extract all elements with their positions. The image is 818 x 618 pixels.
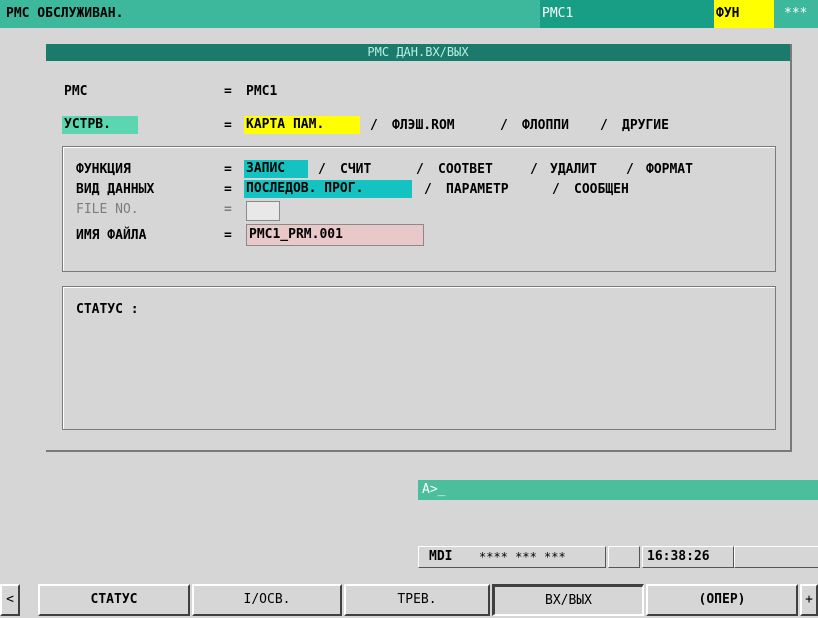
status-label: СТАТУС : <box>76 302 139 317</box>
panel-title-bar: PMC ДАН.ВХ/ВЫХ <box>46 44 790 61</box>
function-sep-4: / <box>626 162 634 177</box>
top-status-bar: PMC ОБСЛУЖИВАН. PMC1 ФУН *** <box>0 0 818 28</box>
function-sep-2: / <box>416 162 424 177</box>
function-sep-3: / <box>530 162 538 177</box>
softkey-io[interactable]: ВХ/ВЫХ <box>492 584 644 616</box>
device-sep-2: / <box>500 118 508 133</box>
status-blank <box>608 546 640 568</box>
data-kind-label: ВИД ДАННЫХ <box>76 182 155 197</box>
status-box <box>62 286 776 430</box>
mode-indicator: ФУН <box>714 0 774 28</box>
device-option-flashrom[interactable]: ФЛЭШ.ROM <box>392 118 455 133</box>
softkey-next-arrow[interactable]: + <box>800 584 818 616</box>
data-kind-option-message[interactable]: СООБЩЕН <box>574 182 629 197</box>
function-eq: = <box>224 162 232 177</box>
command-prompt: A>_ <box>422 482 446 497</box>
file-no-label: FILE NO. <box>76 202 139 217</box>
data-kind-option-sequence[interactable]: ПОСЛЕДОВ. ПРОГ. <box>244 180 412 198</box>
pmc-value[interactable]: PMC1 <box>246 84 277 99</box>
status-stars: **** *** *** <box>479 550 566 564</box>
status-blank-2 <box>734 546 818 568</box>
device-sep-3: / <box>600 118 608 133</box>
command-input-line[interactable]: A>_ <box>418 480 818 500</box>
function-option-verify[interactable]: СООТВЕТ <box>438 162 493 177</box>
clock: 16:38:26 <box>642 546 734 568</box>
file-name-label: ИМЯ ФАЙЛА <box>76 228 147 243</box>
mode-status: MDI **** *** *** <box>418 546 606 568</box>
device-option-other[interactable]: ДРУГИЕ <box>622 118 669 133</box>
softkey-alarm[interactable]: ТРЕВ. <box>344 584 490 616</box>
program-indicator: PMC1 <box>542 6 574 21</box>
function-label: ФУНКЦИЯ <box>76 162 131 177</box>
softkey-prev-arrow[interactable]: < <box>0 584 20 616</box>
softkey-status[interactable]: СТАТУС <box>38 584 190 616</box>
device-option-floppy[interactable]: ФЛОППИ <box>522 118 569 133</box>
alarm-indicator: *** <box>784 6 808 21</box>
pmc-label: PMC <box>64 84 88 99</box>
mode-status-label: MDI <box>429 549 453 564</box>
screen-title: PMC ОБСЛУЖИВАН. <box>6 6 124 21</box>
function-option-read[interactable]: СЧИТ <box>340 162 371 177</box>
pmc-eq: = <box>224 84 232 99</box>
file-name-value: PMC1_PRM.001 <box>249 227 343 242</box>
mode-label: ФУН <box>716 6 740 21</box>
function-option-format[interactable]: ФОРМАТ <box>646 162 693 177</box>
device-sep-1: / <box>370 118 378 133</box>
softkey-io-check[interactable]: I/ОСВ. <box>192 584 342 616</box>
device-label: УСТРВ. <box>62 116 138 134</box>
data-kind-option-parameter[interactable]: ПАРАМЕТР <box>446 182 509 197</box>
file-no-input[interactable] <box>246 201 280 221</box>
data-kind-eq: = <box>224 182 232 197</box>
function-option-delete[interactable]: УДАЛИТ <box>550 162 597 177</box>
file-name-input[interactable]: PMC1_PRM.001 <box>246 224 424 246</box>
panel-title: PMC ДАН.ВХ/ВЫХ <box>367 45 469 59</box>
file-no-eq: = <box>224 202 232 217</box>
device-eq: = <box>224 118 232 133</box>
function-option-write[interactable]: ЗАПИС <box>244 160 308 178</box>
data-kind-sep-1: / <box>424 182 432 197</box>
data-kind-sep-2: / <box>552 182 560 197</box>
device-option-memcard[interactable]: КАРТА ПАМ. <box>244 116 360 134</box>
softkey-oper[interactable]: (ОПЕР) <box>646 584 798 616</box>
clock-time: 16:38:26 <box>647 549 710 564</box>
function-sep-1: / <box>318 162 326 177</box>
file-name-eq: = <box>224 228 232 243</box>
